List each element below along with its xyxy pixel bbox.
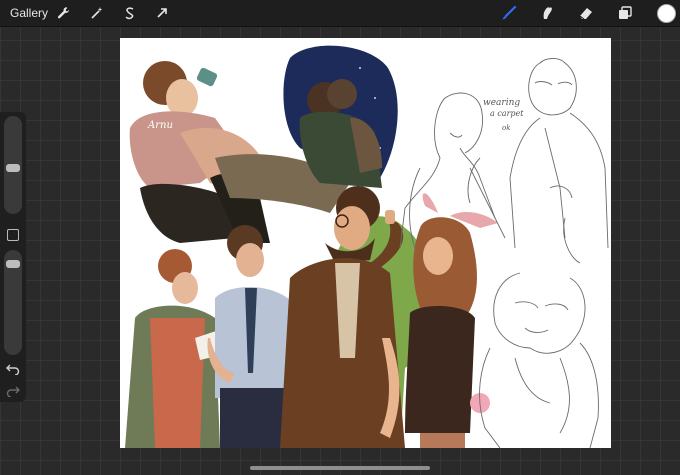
selection-icon[interactable] bbox=[121, 4, 139, 22]
opacity-slider[interactable] bbox=[4, 250, 22, 355]
sketch-note-3: ok bbox=[502, 124, 510, 132]
sketch-note-2: a carpet bbox=[490, 109, 524, 118]
undo-icon[interactable] bbox=[6, 362, 20, 380]
left-sidebar bbox=[0, 112, 26, 402]
redo-icon[interactable] bbox=[6, 384, 20, 402]
opacity-handle[interactable] bbox=[6, 260, 20, 268]
brush-size-slider[interactable] bbox=[4, 116, 22, 214]
figure-blue-shirt bbox=[207, 225, 295, 448]
brush-icon[interactable] bbox=[500, 4, 518, 22]
eraser-icon[interactable] bbox=[577, 4, 595, 22]
drawing-canvas[interactable]: Arnu wearing a carpet ok bbox=[120, 38, 611, 448]
sketch-note-1: wearing bbox=[483, 98, 520, 108]
artist-signature: Arnu bbox=[147, 120, 173, 131]
modify-square-button[interactable] bbox=[7, 229, 19, 241]
brush-size-handle[interactable] bbox=[6, 164, 20, 172]
gallery-button[interactable]: Gallery bbox=[10, 6, 48, 20]
top-toolbar: Gallery bbox=[0, 0, 680, 27]
color-swatch-button[interactable] bbox=[657, 4, 676, 23]
home-indicator[interactable] bbox=[250, 466, 430, 470]
transform-arrow-icon[interactable] bbox=[153, 4, 171, 22]
wrench-icon[interactable] bbox=[55, 4, 73, 22]
figure-apron bbox=[125, 249, 230, 448]
smudge-icon[interactable] bbox=[538, 4, 556, 22]
magic-wand-icon[interactable] bbox=[88, 4, 106, 22]
artwork: Arnu wearing a carpet ok bbox=[125, 45, 609, 448]
layers-icon[interactable] bbox=[616, 4, 634, 22]
